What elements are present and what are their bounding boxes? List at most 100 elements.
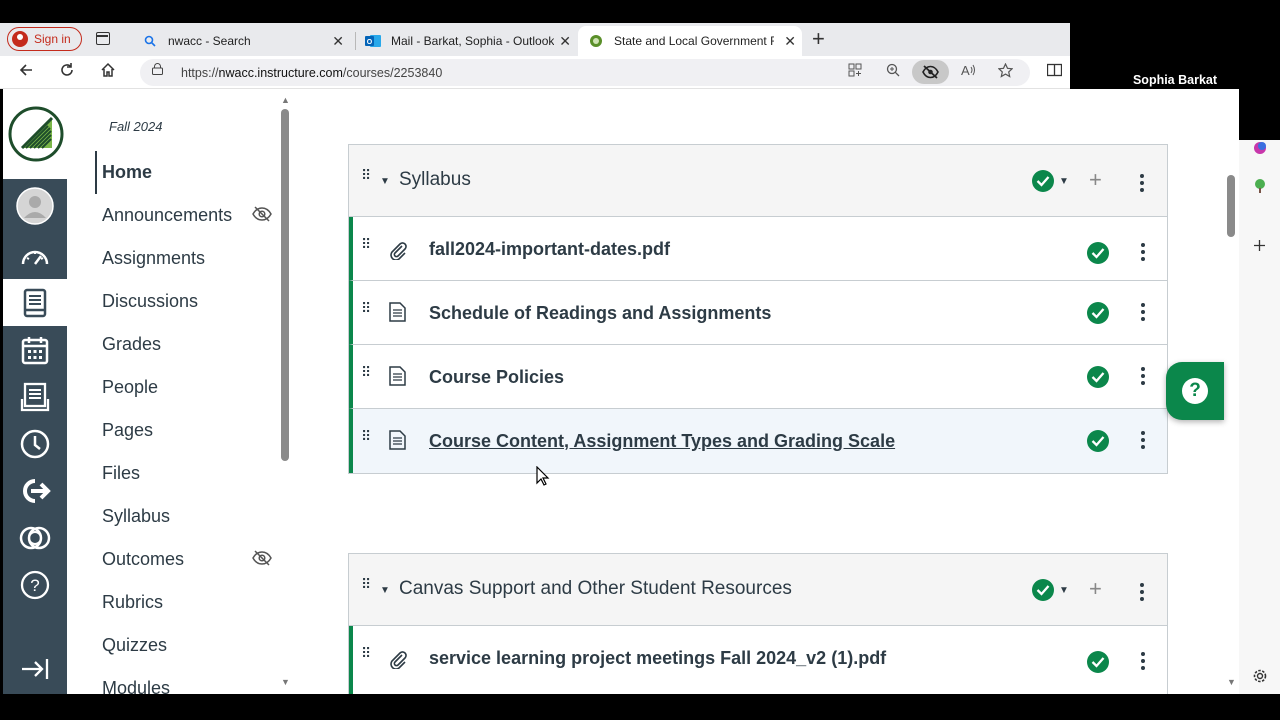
- course-nav-discussions[interactable]: Discussions: [102, 291, 198, 312]
- drag-handle-icon[interactable]: ⠿: [361, 237, 373, 251]
- module-item-title[interactable]: Schedule of Readings and Assignments: [429, 303, 771, 324]
- nav-history[interactable]: [3, 420, 67, 467]
- tab-outlook[interactable]: O Mail - Barkat, Sophia - Outlook ✕: [355, 26, 577, 56]
- active-indicator: [95, 151, 97, 194]
- nav-commons[interactable]: [3, 467, 67, 514]
- published-check-icon[interactable]: [1087, 302, 1109, 324]
- home-icon[interactable]: [100, 62, 116, 83]
- drag-handle-icon[interactable]: ⠿: [361, 577, 373, 591]
- tab-canvas-course[interactable]: State and Local Government Fall ✕: [578, 26, 802, 56]
- drag-handle-icon[interactable]: ⠿: [361, 646, 373, 660]
- course-nav-home[interactable]: Home: [102, 162, 152, 183]
- module-header[interactable]: ⠿ ▼ Canvas Support and Other Student Res…: [349, 554, 1167, 626]
- collapse-caret-icon[interactable]: ▼: [380, 585, 390, 596]
- course-nav-pages[interactable]: Pages: [102, 420, 153, 441]
- nav-account[interactable]: [3, 182, 67, 229]
- course-nav-grades[interactable]: Grades: [102, 334, 161, 355]
- lock-icon[interactable]: [152, 63, 163, 75]
- module-item-title[interactable]: Course Content, Assignment Types and Gra…: [429, 431, 895, 452]
- module-options-icon[interactable]: [1140, 583, 1144, 604]
- nav-help[interactable]: ?: [3, 561, 67, 608]
- favorite-star-icon[interactable]: [997, 62, 1014, 82]
- published-check-icon[interactable]: [1032, 170, 1054, 192]
- course-nav-assignments[interactable]: Assignments: [102, 248, 205, 269]
- published-check-icon[interactable]: [1087, 242, 1109, 264]
- course-nav-files[interactable]: Files: [102, 463, 140, 484]
- tab-actions-icon[interactable]: [96, 32, 110, 45]
- drag-handle-icon[interactable]: ⠿: [361, 168, 373, 182]
- published-check-icon[interactable]: [1087, 366, 1109, 388]
- drag-handle-icon[interactable]: ⠿: [361, 429, 373, 443]
- course-nav-quizzes[interactable]: Quizzes: [102, 635, 167, 656]
- new-tab-button[interactable]: +: [812, 26, 825, 52]
- course-nav-rubrics[interactable]: Rubrics: [102, 592, 163, 613]
- url-host: nwacc.instructure.com: [218, 66, 343, 80]
- settings-gear-icon[interactable]: [1252, 668, 1268, 684]
- tab-search[interactable]: nwacc - Search ✕: [132, 26, 350, 56]
- collapse-caret-icon[interactable]: ▼: [380, 176, 390, 187]
- module-item-title[interactable]: service learning project meetings Fall 2…: [429, 648, 886, 669]
- module-header[interactable]: ⠿ ▼ Syllabus ▼ +: [349, 145, 1167, 217]
- module-item-title[interactable]: fall2024-important-dates.pdf: [429, 239, 670, 260]
- course-nav-people[interactable]: People: [102, 377, 158, 398]
- nav-studio[interactable]: [3, 514, 67, 561]
- module-item[interactable]: ⠿ Course Content, Assignment Types and G…: [349, 409, 1167, 473]
- close-icon[interactable]: ✕: [559, 33, 571, 50]
- published-check-icon[interactable]: [1087, 651, 1109, 673]
- course-nav-scrollbar[interactable]: [281, 109, 289, 461]
- module-item-title[interactable]: Course Policies: [429, 367, 564, 388]
- page-document-icon: [389, 366, 406, 386]
- published-check-icon[interactable]: [1087, 430, 1109, 452]
- drag-handle-icon[interactable]: ⠿: [361, 301, 373, 315]
- course-nav-outcomes[interactable]: Outcomes: [102, 549, 184, 570]
- item-options-icon[interactable]: [1141, 652, 1145, 673]
- course-nav-modules[interactable]: Modules: [102, 678, 170, 694]
- institution-logo[interactable]: [3, 89, 67, 179]
- module-item[interactable]: ⠿ service learning project meetings Fall…: [349, 626, 1167, 694]
- published-check-icon[interactable]: [1032, 579, 1054, 601]
- page-scrollbar[interactable]: [1227, 175, 1235, 237]
- nav-inbox[interactable]: [3, 373, 67, 420]
- close-icon[interactable]: ✕: [784, 33, 796, 50]
- back-icon[interactable]: [18, 62, 34, 83]
- module-item[interactable]: ⠿ Course Policies: [349, 345, 1167, 409]
- item-options-icon[interactable]: [1141, 303, 1145, 324]
- tracking-prevention-button[interactable]: [912, 60, 949, 84]
- module-syllabus: ⠿ ▼ Syllabus ▼ + ⠿ fall2024-important-da…: [348, 144, 1168, 474]
- scroll-up-icon[interactable]: ▲: [281, 95, 290, 105]
- refresh-icon[interactable]: [59, 62, 75, 83]
- app-available-icon[interactable]: [848, 63, 862, 81]
- nav-courses[interactable]: [3, 279, 67, 326]
- nav-calendar[interactable]: [3, 326, 67, 373]
- item-options-icon[interactable]: [1141, 367, 1145, 388]
- add-item-icon[interactable]: +: [1089, 576, 1102, 602]
- sign-in-button[interactable]: Sign in: [7, 27, 82, 51]
- read-aloud-icon[interactable]: A: [961, 63, 976, 81]
- scroll-down-icon[interactable]: ▼: [281, 677, 290, 687]
- split-screen-icon[interactable]: [1046, 63, 1063, 81]
- games-tree-icon[interactable]: [1252, 178, 1268, 194]
- copilot-icon[interactable]: [1252, 140, 1268, 156]
- add-sidebar-app-icon[interactable]: [1253, 239, 1266, 252]
- close-icon[interactable]: ✕: [332, 33, 344, 50]
- publish-menu-caret-icon[interactable]: ▼: [1059, 176, 1069, 187]
- zoom-icon[interactable]: [886, 63, 900, 81]
- add-item-icon[interactable]: +: [1089, 167, 1102, 193]
- publish-menu-caret-icon[interactable]: ▼: [1059, 585, 1069, 596]
- scroll-down-icon[interactable]: ▼: [1227, 677, 1236, 687]
- item-options-icon[interactable]: [1141, 431, 1145, 452]
- drag-handle-icon[interactable]: ⠿: [361, 365, 373, 379]
- module-item[interactable]: ⠿ Schedule of Readings and Assignments: [349, 281, 1167, 345]
- hidden-from-students-icon: [252, 206, 272, 222]
- mouse-cursor-icon: [536, 466, 550, 486]
- item-options-icon[interactable]: [1141, 243, 1145, 264]
- url-text[interactable]: https://nwacc.instructure.com/courses/22…: [181, 66, 442, 80]
- course-nav-syllabus[interactable]: Syllabus: [102, 506, 170, 527]
- nav-collapse[interactable]: [3, 645, 67, 692]
- course-nav-announcements[interactable]: Announcements: [102, 205, 232, 226]
- module-item[interactable]: ⠿ fall2024-important-dates.pdf: [349, 217, 1167, 281]
- module-options-icon[interactable]: [1140, 174, 1144, 195]
- help-circle-icon: ?: [20, 570, 50, 599]
- nav-dashboard[interactable]: [3, 232, 67, 279]
- help-button[interactable]: ?: [1166, 362, 1224, 420]
